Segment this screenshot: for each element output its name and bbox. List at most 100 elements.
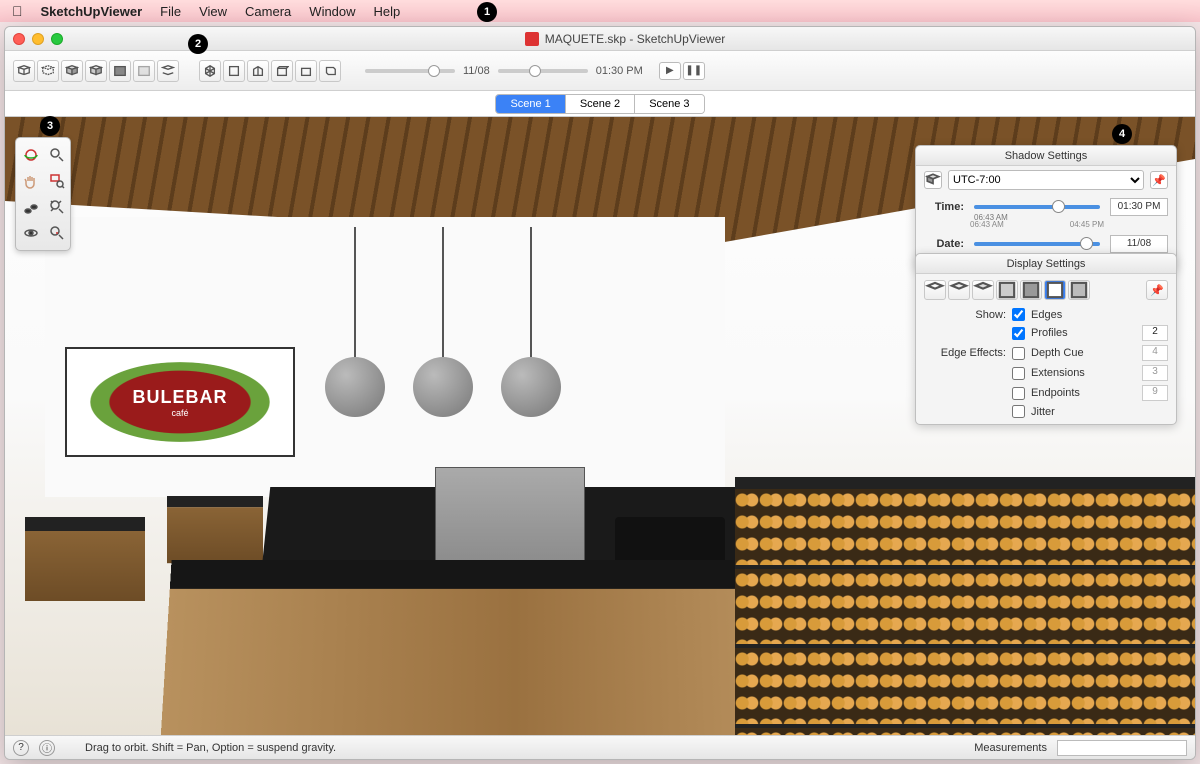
wall-sign: BULEBAR café	[65, 347, 295, 457]
extensions-checkbox[interactable]	[1012, 367, 1025, 380]
panel-title: Shadow Settings	[916, 146, 1176, 166]
utc-select[interactable]: UTC-7:00	[948, 170, 1144, 190]
callout-1: 1	[477, 2, 497, 22]
extensions-label: Extensions	[1031, 367, 1085, 379]
style-mono-button[interactable]	[109, 60, 131, 82]
jitter-checkbox[interactable]	[1012, 405, 1025, 418]
scene-tab-2[interactable]: Scene 2	[566, 95, 635, 113]
scene-tab-3[interactable]: Scene 3	[635, 95, 703, 113]
menu-view[interactable]: View	[199, 4, 227, 19]
window-title: MAQUETE.skp - SketchUpViewer	[545, 32, 726, 46]
view-left-button[interactable]	[319, 60, 341, 82]
face-style-6[interactable]	[1044, 280, 1066, 300]
jitter-label: Jitter	[1031, 406, 1055, 418]
face-style-2[interactable]	[948, 280, 970, 300]
shadow-toggle-icon[interactable]	[924, 171, 942, 189]
time-value[interactable]: 01:30 PM	[1110, 198, 1168, 216]
minimize-icon[interactable]	[32, 33, 44, 45]
menu-camera[interactable]: Camera	[245, 4, 291, 19]
depthcue-checkbox[interactable]	[1012, 347, 1025, 360]
menu-window[interactable]: Window	[309, 4, 355, 19]
status-bar: ? ⓘ Drag to orbit. Shift = Pan, Option =…	[5, 735, 1195, 759]
edges-label: Edges	[1031, 309, 1062, 321]
endpoints-checkbox[interactable]	[1012, 387, 1025, 400]
view-iso-button[interactable]	[199, 60, 221, 82]
view-top-button[interactable]	[223, 60, 245, 82]
position-camera-tool[interactable]	[46, 222, 68, 244]
panel-title: Display Settings	[916, 254, 1176, 274]
view-back-button[interactable]	[295, 60, 317, 82]
play-button[interactable]: ▶	[659, 62, 681, 80]
date-label: Date:	[924, 238, 964, 250]
edges-checkbox[interactable]	[1012, 308, 1025, 321]
toolbar-time: 01:30 PM	[596, 65, 643, 77]
edge-effects-label: Edge Effects:	[924, 347, 1006, 359]
endpoints-label: Endpoints	[1031, 387, 1080, 399]
date-slider-panel[interactable]	[974, 242, 1100, 246]
look-around-tool[interactable]	[20, 222, 42, 244]
pendant-lights	[325, 227, 561, 417]
face-style-1[interactable]	[924, 280, 946, 300]
app-name[interactable]: SketchUpViewer	[41, 4, 143, 19]
walk-tool[interactable]	[20, 196, 42, 218]
style-backedges-button[interactable]	[157, 60, 179, 82]
style-hidden-button[interactable]	[37, 60, 59, 82]
menu-help[interactable]: Help	[374, 4, 401, 19]
view-front-button[interactable]	[247, 60, 269, 82]
show-label: Show:	[924, 309, 1006, 321]
profiles-label: Profiles	[1031, 327, 1068, 339]
callout-4: 4	[1112, 124, 1132, 144]
geo-icon[interactable]: ?	[13, 740, 29, 756]
close-icon[interactable]	[13, 33, 25, 45]
extensions-value[interactable]: 3	[1142, 365, 1168, 381]
pause-button[interactable]: ❚❚	[683, 62, 705, 80]
profiles-checkbox[interactable]	[1012, 327, 1025, 340]
style-shaded-tex-button[interactable]	[85, 60, 107, 82]
date-slider[interactable]	[365, 69, 455, 73]
scene-tab-1[interactable]: Scene 1	[496, 95, 565, 113]
pin-icon[interactable]: 📌	[1150, 171, 1168, 189]
display-settings-panel: Display Settings 📌 Show: Edges Profiles …	[915, 253, 1177, 425]
style-xray-button[interactable]	[133, 60, 155, 82]
face-style-7[interactable]	[1068, 280, 1090, 300]
titlebar: MAQUETE.skp - SketchUpViewer	[5, 27, 1195, 51]
orbit-tool[interactable]	[20, 144, 42, 166]
date-value[interactable]: 11/08	[1110, 235, 1168, 253]
callout-3: 3	[40, 116, 60, 136]
apple-icon[interactable]: 	[12, 3, 23, 19]
zoom-extents-tool[interactable]	[46, 196, 68, 218]
depthcue-value[interactable]: 4	[1142, 345, 1168, 361]
time-slider-panel[interactable]	[974, 205, 1100, 209]
style-wireframe-button[interactable]	[13, 60, 35, 82]
endpoints-value[interactable]: 9	[1142, 385, 1168, 401]
scene-bar: Scene 1 Scene 2 Scene 3	[5, 91, 1195, 117]
navigation-tools	[15, 137, 71, 251]
window-controls	[13, 33, 63, 45]
toolbar-date: 11/08	[463, 65, 490, 77]
app-window: MAQUETE.skp - SketchUpViewer 11/08 01	[4, 26, 1196, 760]
time-label: Time:	[924, 201, 964, 213]
time-max-label: 04:45 PM	[1070, 220, 1104, 229]
main-toolbar: 11/08 01:30 PM ▶ ❚❚	[5, 51, 1195, 91]
system-menubar:  SketchUpViewer File View Camera Window…	[0, 0, 1200, 22]
profiles-value[interactable]: 2	[1142, 325, 1168, 341]
measurements-input[interactable]	[1057, 740, 1187, 756]
pan-tool[interactable]	[20, 170, 42, 192]
zoom-icon[interactable]	[51, 33, 63, 45]
measurements-label: Measurements	[974, 742, 1047, 754]
menu-file[interactable]: File	[160, 4, 181, 19]
sign-text-1: BULEBAR	[133, 387, 228, 408]
style-shaded-button[interactable]	[61, 60, 83, 82]
zoom-tool[interactable]	[46, 144, 68, 166]
face-style-3[interactable]	[972, 280, 994, 300]
view-right-button[interactable]	[271, 60, 293, 82]
pin-icon[interactable]: 📌	[1146, 280, 1168, 300]
document-icon	[525, 32, 539, 46]
zoom-window-tool[interactable]	[46, 170, 68, 192]
depthcue-label: Depth Cue	[1031, 347, 1084, 359]
face-style-5[interactable]	[1020, 280, 1042, 300]
pastry-display	[735, 477, 1195, 735]
face-style-4[interactable]	[996, 280, 1018, 300]
time-slider[interactable]	[498, 69, 588, 73]
credits-icon[interactable]: ⓘ	[39, 740, 55, 756]
